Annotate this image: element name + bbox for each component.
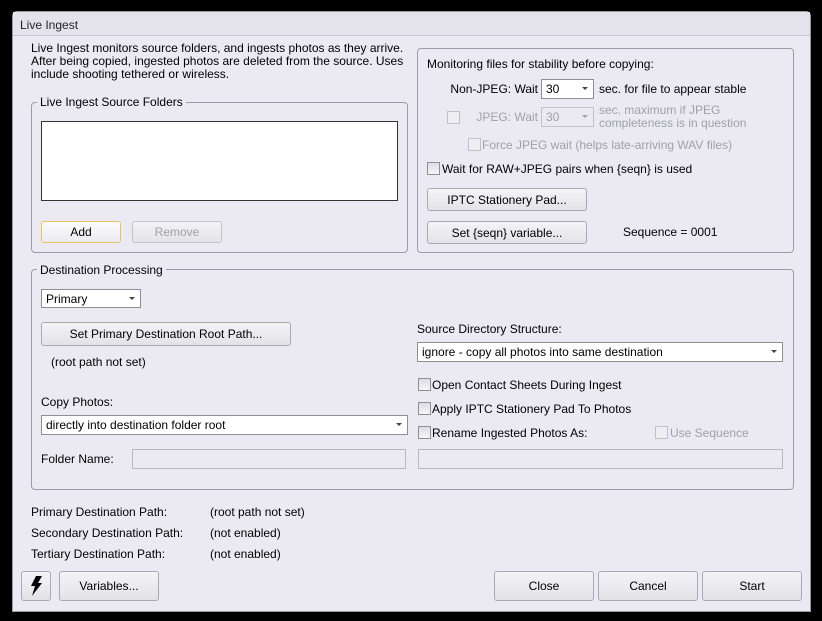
chevron-down-icon	[396, 423, 402, 426]
set-seqn-button[interactable]: Set {seqn} variable...	[427, 221, 587, 244]
rename-checkbox[interactable]	[418, 426, 431, 439]
primary-path-value: (root path not set)	[210, 505, 305, 519]
cancel-button[interactable]: Cancel	[598, 571, 698, 601]
open-contact-checkbox[interactable]	[418, 378, 431, 391]
copy-photos-label: Copy Photos:	[41, 395, 114, 409]
use-sequence-label: Use Sequence	[670, 426, 749, 440]
rename-input[interactable]	[418, 449, 783, 469]
nonjpeg-wait-label: Non-JPEG: Wait	[450, 82, 538, 96]
nonjpeg-suffix: sec. for file to appear stable	[599, 82, 747, 96]
secondary-path-value: (not enabled)	[210, 526, 281, 540]
source-folders-list[interactable]	[41, 121, 398, 201]
destination-select-value: Primary	[46, 291, 88, 306]
chevron-down-icon	[582, 115, 588, 118]
primary-path-label: Primary Destination Path:	[31, 505, 168, 519]
destination-legend: Destination Processing	[37, 263, 166, 277]
live-ingest-toggle-button[interactable]	[21, 571, 51, 601]
jpeg-wait-value: 30	[546, 110, 560, 124]
rename-label: Rename Ingested Photos As:	[432, 426, 588, 440]
tertiary-path-label: Tertiary Destination Path:	[31, 547, 166, 561]
tertiary-path-value: (not enabled)	[210, 547, 281, 561]
raw-jpeg-label: Wait for RAW+JPEG pairs when {seqn} is u…	[442, 162, 693, 176]
source-dir-value: ignore - copy all photos into same desti…	[422, 345, 663, 359]
iptc-stationery-button[interactable]: IPTC Stationery Pad...	[427, 188, 587, 211]
monitoring-heading: Monitoring files for stability before co…	[427, 57, 654, 71]
chevron-down-icon	[771, 350, 777, 353]
jpeg-suffix: sec. maximum if JPEG completeness is in …	[599, 103, 747, 130]
lightning-icon	[31, 576, 42, 596]
start-button[interactable]: Start	[702, 571, 802, 601]
jpeg-wait-label: JPEG: Wait	[476, 110, 538, 124]
remove-button[interactable]: Remove	[132, 221, 222, 243]
raw-jpeg-checkbox[interactable]	[427, 162, 440, 175]
secondary-path-label: Secondary Destination Path:	[31, 526, 184, 540]
title-bar	[13, 12, 810, 36]
close-button[interactable]: Close	[494, 571, 594, 601]
jpeg-wait-select[interactable]: 30	[541, 107, 594, 127]
force-jpeg-checkbox[interactable]	[468, 138, 481, 151]
use-sequence-checkbox[interactable]	[655, 426, 668, 439]
sequence-text: Sequence = 0001	[623, 225, 718, 239]
folder-name-label: Folder Name:	[41, 452, 114, 466]
copy-photos-select[interactable]: directly into destination folder root	[41, 415, 408, 435]
chevron-down-icon	[129, 296, 135, 300]
open-contact-label: Open Contact Sheets During Ingest	[432, 378, 622, 392]
apply-iptc-label: Apply IPTC Stationery Pad To Photos	[432, 402, 632, 416]
destination-select[interactable]: Primary	[41, 289, 141, 308]
variables-button[interactable]: Variables...	[59, 571, 159, 601]
copy-photos-value: directly into destination folder root	[46, 418, 226, 432]
nonjpeg-wait-value: 30	[546, 82, 560, 96]
force-jpeg-label: Force JPEG wait (helps late-arriving WAV…	[482, 138, 733, 152]
description: Live Ingest monitors source folders, and…	[31, 41, 404, 81]
chevron-down-icon	[582, 87, 588, 90]
source-dir-select[interactable]: ignore - copy all photos into same desti…	[417, 342, 783, 362]
source-folders-legend: Live Ingest Source Folders	[37, 95, 186, 109]
window-title: Live Ingest	[20, 18, 79, 32]
root-status: (root path not set)	[51, 355, 146, 369]
apply-iptc-checkbox[interactable]	[418, 402, 431, 415]
add-button[interactable]: Add	[41, 221, 121, 243]
set-root-path-button[interactable]: Set Primary Destination Root Path...	[41, 322, 291, 346]
folder-name-input[interactable]	[132, 449, 406, 469]
source-dir-label: Source Directory Structure:	[417, 322, 562, 336]
nonjpeg-wait-select[interactable]: 30	[541, 79, 594, 99]
